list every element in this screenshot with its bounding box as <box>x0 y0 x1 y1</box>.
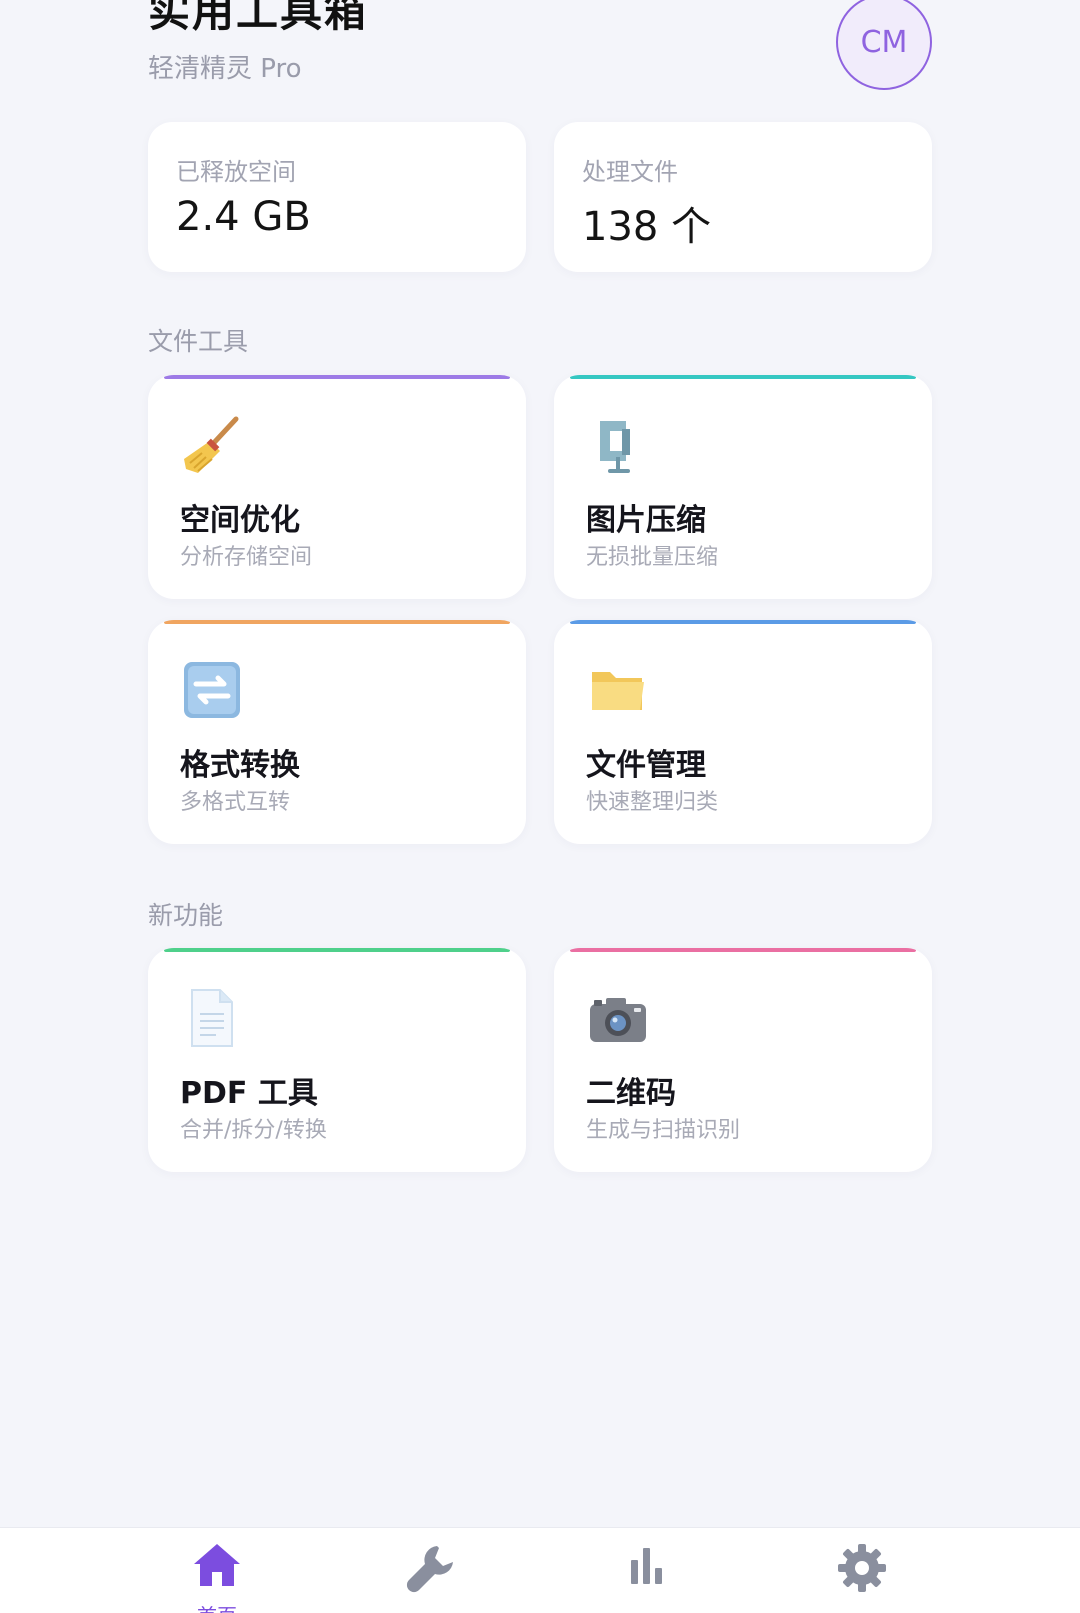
tool-desc: 无损批量压缩 <box>586 545 719 570</box>
tool-name: 格式转换 <box>180 748 300 783</box>
tool-name: PDF 工具 <box>180 1076 318 1111</box>
section-title-file-tools: 文件工具 <box>148 327 249 356</box>
tool-card-pdf-tools[interactable]: PDF 工具 合并/拆分/转换 <box>148 948 526 1172</box>
home-icon <box>194 1544 240 1586</box>
stat-card-processed-files: 处理文件 138 个 <box>554 122 932 272</box>
card-accent-bar <box>570 375 916 379</box>
convert-arrows-icon <box>180 658 244 722</box>
card-accent-bar <box>164 948 510 952</box>
stat-value: 2.4 GB <box>176 194 311 240</box>
tool-card-format-convert[interactable]: 格式转换 多格式互转 <box>148 620 526 844</box>
tool-name: 空间优化 <box>180 503 300 538</box>
tab-home[interactable]: 首页 <box>152 1528 282 1613</box>
tool-name: 图片压缩 <box>586 503 706 538</box>
tab-statistics[interactable] <box>582 1528 712 1613</box>
clamp-icon <box>586 413 650 477</box>
page-subtitle: 轻清精灵 Pro <box>148 54 302 84</box>
header: 实用工具箱 轻清精灵 Pro CM <box>148 0 932 90</box>
document-icon <box>180 986 244 1050</box>
stat-card-freed-space: 已释放空间 2.4 GB <box>148 122 526 272</box>
card-accent-bar <box>164 620 510 624</box>
tool-card-qr-code[interactable]: 二维码 生成与扫描识别 <box>554 948 932 1172</box>
card-accent-bar <box>570 620 916 624</box>
bottom-tab-bar: 首页 <box>0 1527 1080 1613</box>
card-accent-bar <box>164 375 510 379</box>
tab-settings[interactable] <box>797 1528 927 1613</box>
tab-tools[interactable] <box>366 1528 496 1613</box>
card-accent-bar <box>570 948 916 952</box>
stat-label: 已释放空间 <box>176 158 296 186</box>
tool-desc: 合并/拆分/转换 <box>180 1118 327 1143</box>
tool-desc: 多格式互转 <box>180 790 291 815</box>
gear-icon <box>838 1544 886 1592</box>
wrench-icon <box>406 1546 453 1593</box>
tool-card-file-manage[interactable]: 文件管理 快速整理归类 <box>554 620 932 844</box>
camera-icon <box>586 986 650 1050</box>
bar-chart-icon <box>631 1548 662 1584</box>
tool-name: 二维码 <box>586 1076 676 1111</box>
broom-icon <box>180 413 244 477</box>
tool-card-space-optimize[interactable]: 空间优化 分析存储空间 <box>148 375 526 599</box>
tool-desc: 快速整理归类 <box>586 790 719 815</box>
tool-desc: 生成与扫描识别 <box>586 1118 741 1143</box>
stat-label: 处理文件 <box>582 158 678 186</box>
stat-value: 138 个 <box>582 204 712 250</box>
tool-name: 文件管理 <box>586 748 706 783</box>
tool-card-image-compress[interactable]: 图片压缩 无损批量压缩 <box>554 375 932 599</box>
page-title: 实用工具箱 <box>148 0 369 36</box>
tab-label: 首页 <box>197 1600 237 1613</box>
tool-desc: 分析存储空间 <box>180 545 313 570</box>
avatar[interactable]: CM <box>836 0 932 90</box>
section-title-new-features: 新功能 <box>148 901 224 930</box>
folder-icon <box>586 658 650 722</box>
